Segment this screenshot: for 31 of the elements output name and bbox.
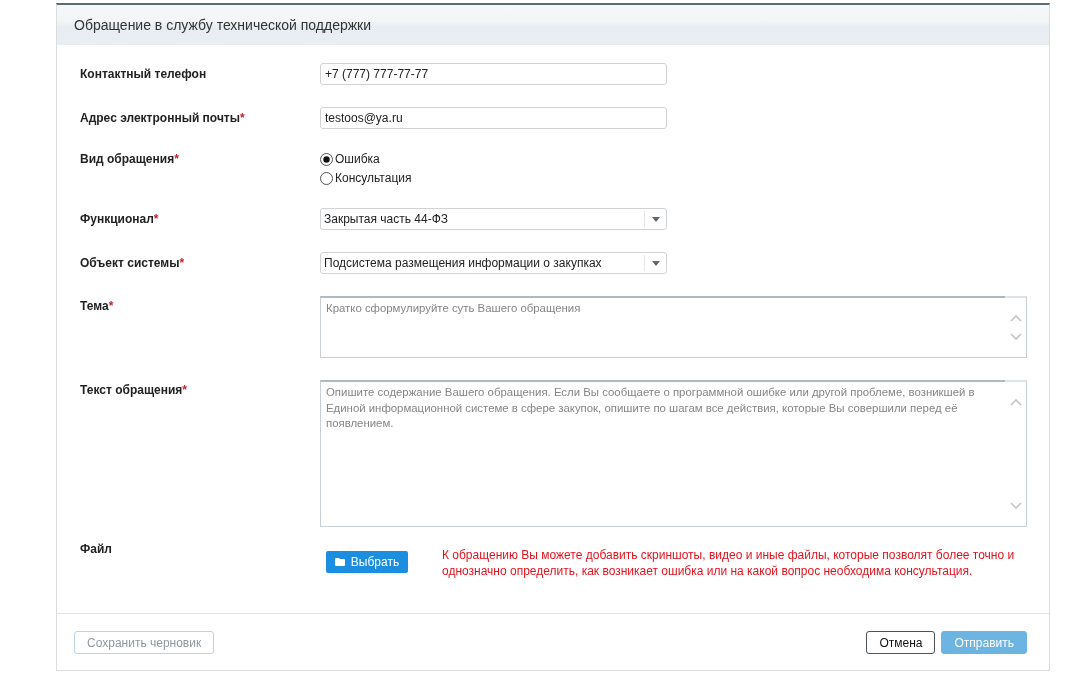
field-label: Тема*: [80, 298, 114, 314]
field-label: Адрес электронный почты*: [80, 110, 245, 127]
dialog-title: Обращение в службу технической поддержки: [74, 17, 372, 33]
folder-icon: [334, 558, 345, 566]
field-label: Объект системы*: [80, 255, 185, 272]
caret-down-icon: [652, 260, 660, 266]
radio-icon[interactable]: [320, 171, 333, 185]
chevron-down-icon[interactable]: [1009, 333, 1022, 340]
choose-file-button[interactable]: Выбрать: [326, 551, 408, 573]
scrollbar[interactable]: [1005, 380, 1027, 527]
text-area[interactable]: Кратко сформулируйте суть Вашего обращения: [320, 296, 1005, 358]
chevron-up-icon[interactable]: [1009, 399, 1022, 406]
field-label: Текст обращения*: [80, 382, 187, 398]
dropdown[interactable]: Закрытая часть 44-ФЗ: [320, 208, 667, 230]
chevron-down-icon[interactable]: [1009, 502, 1022, 509]
field-label: Контактный телефон: [80, 66, 207, 83]
dropdown[interactable]: Подсистема размещения информации о закупках: [320, 252, 667, 274]
file-hint-text: К обращению Вы можете добавить скриншоты, видео и иные файлы, которые позволят более точно и однозначно определить, как возникает ошибка или на какой вопрос необходима консультация.: [442, 547, 1016, 579]
scrollbar[interactable]: [1005, 296, 1027, 358]
field-label: Вид обращения*: [80, 151, 179, 167]
radio-icon[interactable]: [320, 152, 333, 166]
footer-button[interactable]: Отмена: [866, 631, 936, 654]
field-label: Файл: [80, 541, 112, 557]
text-input[interactable]: +7 (777) 777-77-77: [320, 63, 667, 85]
chevron-up-icon[interactable]: [1009, 315, 1022, 322]
text-area[interactable]: Опишите содержание Вашего обращения. Если Вы сообщаете о программной ошибке или другой проблеме, возникшей в Единой информационной системе в сфере закупок, опишите по шагам все действия, которые Вы совершили перед её появлением.: [320, 380, 1005, 527]
field-label: Функционал*: [80, 211, 159, 228]
caret-down-icon: [652, 216, 660, 222]
radio-option[interactable]: Консультация: [320, 170, 412, 186]
radio-option[interactable]: Ошибка: [320, 151, 380, 167]
text-input[interactable]: testoos@ya.ru: [320, 107, 667, 129]
